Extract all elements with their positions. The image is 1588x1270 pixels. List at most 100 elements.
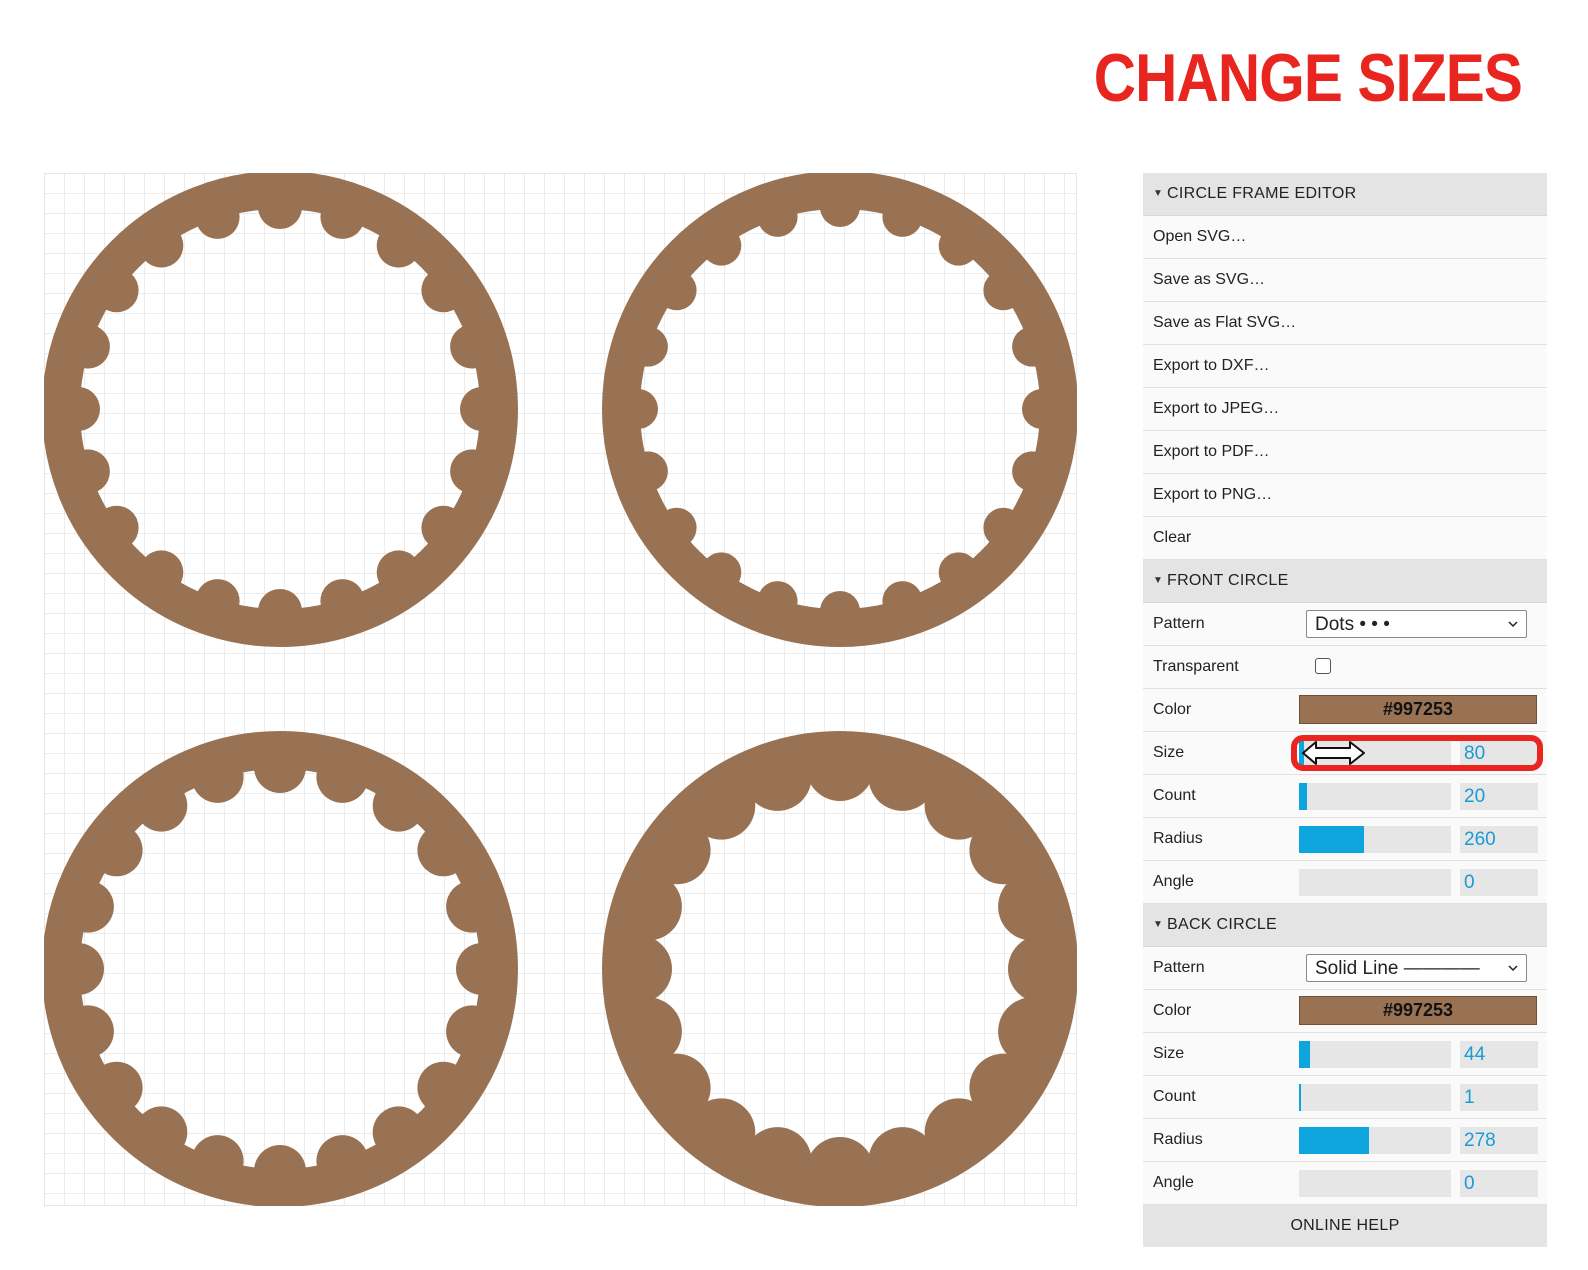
menu-export-pdf[interactable]: Export to PDF… (1143, 431, 1547, 474)
caret-down-icon: ▼ (1153, 919, 1164, 930)
frame-dot (421, 505, 466, 550)
back-pattern-label: Pattern (1153, 959, 1205, 976)
slider-fill (1299, 826, 1365, 853)
frame-dot (627, 451, 668, 492)
back-circle-header[interactable]: ▼ BACK CIRCLE (1143, 904, 1547, 947)
front-circle-header[interactable]: ▼ FRONT CIRCLE (1143, 560, 1547, 603)
frame-dot (450, 449, 495, 494)
section-title: CIRCLE FRAME EDITOR (1167, 185, 1357, 203)
caret-down-icon: ▼ (1153, 188, 1164, 199)
frame-dot (254, 1145, 306, 1197)
front-count-label: Count (1153, 787, 1196, 804)
frame-dot (938, 225, 979, 266)
back-count-row: Count 1 (1143, 1076, 1547, 1119)
menu-open-svg[interactable]: Open SVG… (1143, 216, 1547, 259)
back-count-input[interactable]: 1 (1460, 1084, 1538, 1111)
menu-export-png[interactable]: Export to PNG… (1143, 474, 1547, 517)
caret-down-icon: ▼ (1153, 575, 1164, 586)
frame-dot (135, 1106, 188, 1159)
front-transparent-checkbox[interactable] (1315, 658, 1331, 674)
menu-save-as-svg[interactable]: Save as SVG… (1143, 259, 1547, 302)
front-count-slider[interactable] (1299, 783, 1451, 810)
frame-dot (604, 935, 672, 1003)
front-size-input[interactable]: 80 (1460, 740, 1538, 767)
preview-canvas[interactable] (44, 173, 1077, 1206)
frame-dot (1022, 389, 1062, 429)
front-color-row: Color #997253 (1143, 689, 1547, 732)
frame-dot (316, 750, 369, 803)
frame-dot (417, 1061, 470, 1114)
front-pattern-label: Pattern (1153, 615, 1205, 632)
back-count-slider[interactable] (1299, 1084, 1451, 1111)
frame-dot (139, 550, 184, 595)
frame-dot (656, 270, 697, 311)
frame-dot (882, 196, 923, 237)
frame-dot (938, 552, 979, 593)
frame-dot (195, 194, 240, 239)
frame-dot (613, 997, 682, 1066)
back-angle-label: Angle (1153, 1174, 1194, 1191)
frame-dot (806, 1137, 874, 1205)
back-radius-slider[interactable] (1299, 1127, 1451, 1154)
slider-fill (1299, 1127, 1369, 1154)
back-color-picker[interactable]: #997253 (1299, 996, 1537, 1025)
chevron-down-icon (1508, 965, 1518, 972)
back-angle-slider[interactable] (1299, 1170, 1451, 1197)
frame-dot (254, 741, 306, 793)
back-size-slider[interactable] (1299, 1041, 1451, 1068)
front-pattern-value: Dots • • • (1315, 614, 1390, 635)
front-pattern-select[interactable]: Dots • • • (1306, 610, 1527, 638)
back-size-input[interactable]: 44 (1460, 1041, 1538, 1068)
frame-dot (65, 324, 110, 369)
frame-dot (446, 1005, 499, 1058)
online-help-link[interactable]: ONLINE HELP (1143, 1205, 1547, 1247)
front-size-label: Size (1153, 744, 1185, 761)
front-angle-row: Angle 0 (1143, 861, 1547, 904)
front-angle-slider[interactable] (1299, 869, 1451, 896)
menu-export-dxf[interactable]: Export to DXF… (1143, 345, 1547, 388)
menu-clear[interactable]: Clear (1143, 517, 1547, 560)
frame-dot (421, 268, 466, 313)
frame-dot (743, 742, 812, 811)
back-angle-input[interactable]: 0 (1460, 1170, 1538, 1197)
front-count-input[interactable]: 20 (1460, 783, 1538, 810)
front-color-picker[interactable]: #997253 (1299, 695, 1537, 724)
grid-background (44, 173, 1077, 1206)
frame-dot (195, 579, 240, 624)
frame-dot (135, 779, 188, 832)
frame-dot (316, 1135, 369, 1188)
front-radius-slider[interactable] (1299, 826, 1451, 853)
front-angle-input[interactable]: 0 (1460, 869, 1538, 896)
frame-dot (757, 196, 798, 237)
back-pattern-select[interactable]: Solid Line ———— (1306, 954, 1527, 982)
circle-frame-editor-header[interactable]: ▼ CIRCLE FRAME EDITOR (1143, 173, 1547, 216)
front-color-label: Color (1153, 701, 1192, 718)
menu-export-jpeg[interactable]: Export to JPEG… (1143, 388, 1547, 431)
back-pattern-value: Solid Line ———— (1315, 958, 1480, 979)
back-radius-input[interactable]: 278 (1460, 1127, 1538, 1154)
front-radius-input[interactable]: 260 (1460, 826, 1538, 853)
frame-dot (656, 507, 697, 548)
slider-fill (1299, 1084, 1301, 1111)
section-title: FRONT CIRCLE (1167, 572, 1289, 590)
frame-dot (1012, 451, 1053, 492)
frame-dot (52, 943, 104, 995)
frame-dot (450, 324, 495, 369)
frame-dot (376, 223, 421, 268)
resize-cursor-icon (1302, 741, 1365, 765)
frame-dot (701, 552, 742, 593)
frame-dot (320, 194, 365, 239)
front-radius-label: Radius (1153, 830, 1203, 847)
headline: CHANGE SIZES (1093, 40, 1523, 116)
front-angle-label: Angle (1153, 873, 1194, 890)
menu-save-as-flat-svg[interactable]: Save as Flat SVG… (1143, 302, 1547, 345)
back-radius-row: Radius 278 (1143, 1119, 1547, 1162)
frame-dot (372, 1106, 425, 1159)
frame-dot (998, 872, 1067, 941)
back-color-label: Color (1153, 1002, 1192, 1019)
frame-dot (56, 387, 100, 431)
frame-dot (820, 187, 860, 227)
frame-dot (456, 943, 508, 995)
frame-dot (618, 389, 658, 429)
back-radius-label: Radius (1153, 1131, 1203, 1148)
